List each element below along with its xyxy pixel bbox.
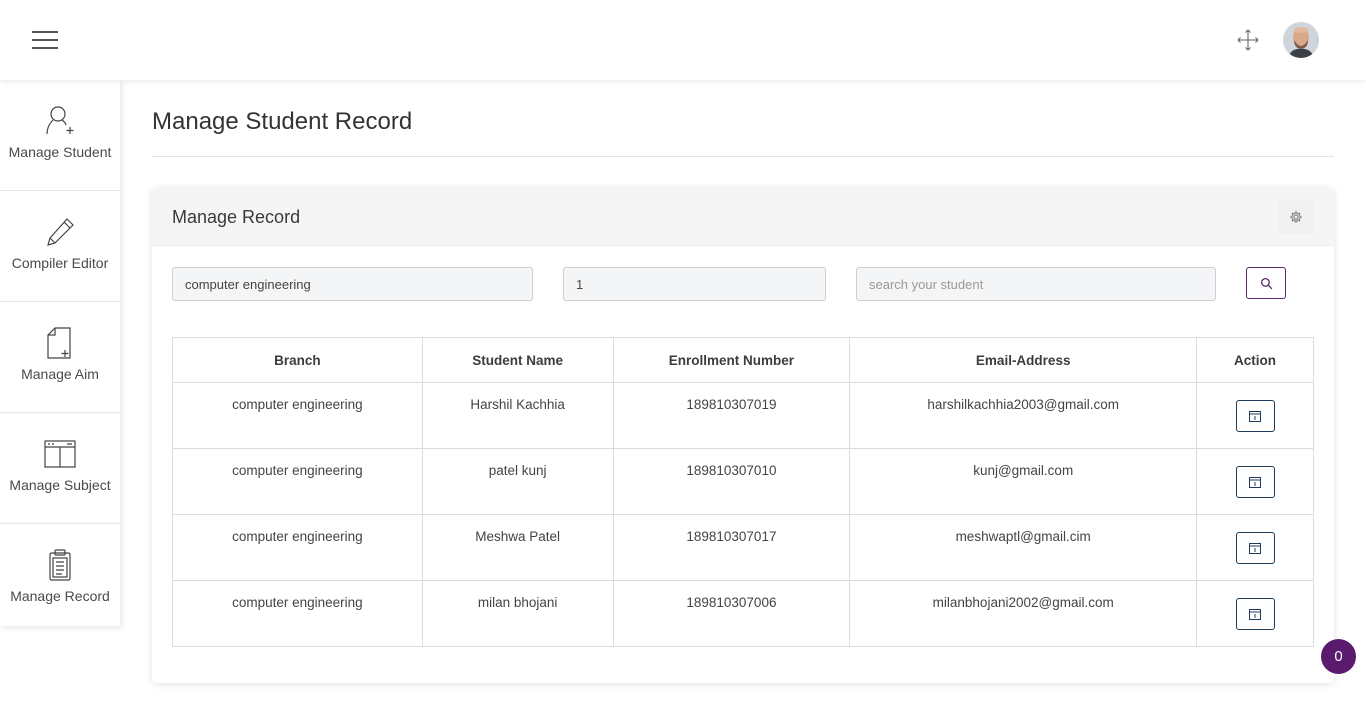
view-record-button[interactable] (1235, 466, 1275, 498)
cell-email: harshilkachhia2003@gmail.com (849, 382, 1198, 449)
search-icon (1260, 277, 1272, 289)
view-record-icon (1249, 608, 1262, 620)
sidebar-item-label: Manage Record (10, 588, 110, 604)
sidebar-item-manage-subject[interactable]: Manage Subject (0, 413, 120, 524)
table-row: computer engineering milan bhojani 18981… (172, 580, 1314, 647)
top-bar (0, 0, 1366, 80)
cell-student-name: Harshil Kachhia (421, 382, 614, 449)
manage-record-card: Manage Record Branch Student Name Enroll… (152, 188, 1334, 683)
view-record-icon (1249, 542, 1262, 554)
cell-student-name: patel kunj (421, 448, 614, 515)
file-add-icon (47, 327, 71, 359)
cell-email: kunj@gmail.com (849, 448, 1198, 515)
cell-student-name: Meshwa Patel (421, 514, 614, 581)
branch-field[interactable] (172, 267, 533, 301)
table-header-row: Branch Student Name Enrollment Number Em… (172, 337, 1314, 383)
cell-enrollment-number: 189810307017 (612, 514, 851, 581)
column-header-enrollment-number: Enrollment Number (612, 337, 851, 383)
user-add-icon (46, 106, 74, 135)
table-row: computer engineering Meshwa Patel 189810… (172, 514, 1314, 581)
page-title: Manage Student Record (152, 108, 413, 135)
view-record-button[interactable] (1235, 532, 1275, 564)
sidebar-item-manage-aim[interactable]: Manage Aim (0, 302, 120, 413)
card-title: Manage Record (172, 207, 301, 227)
divider (152, 156, 1334, 157)
cell-branch: computer engineering (172, 448, 423, 515)
cell-email: meshwaptl@gmail.cim (849, 514, 1198, 581)
cell-branch: computer engineering (172, 382, 423, 449)
sidebar-item-label: Manage Subject (9, 477, 111, 493)
cell-enrollment-number: 189810307010 (612, 448, 851, 515)
semester-field[interactable] (563, 267, 826, 301)
column-header-email-address: Email-Address (849, 337, 1198, 383)
cell-action (1196, 580, 1314, 647)
card-header: Manage Record (152, 188, 1334, 246)
table-row: computer engineering Harshil Kachhia 189… (172, 382, 1314, 449)
sidebar-item-compiler-editor[interactable]: Compiler Editor (0, 191, 120, 302)
cell-action (1196, 448, 1314, 515)
sidebar-item-manage-record[interactable]: Manage Record (0, 524, 120, 626)
sidebar-item-label: Manage Student (8, 144, 112, 160)
view-record-icon (1249, 410, 1262, 422)
cell-action (1196, 382, 1314, 449)
records-table: Branch Student Name Enrollment Number Em… (172, 337, 1314, 647)
cell-student-name: milan bhojani (421, 580, 614, 647)
sidebar-item-manage-student[interactable]: Manage Student (0, 80, 120, 191)
sidebar-item-label: Compiler Editor (11, 255, 109, 271)
hamburger-icon[interactable] (32, 31, 58, 49)
cell-enrollment-number: 189810307006 (612, 580, 851, 647)
cell-email: milanbhojani2002@gmail.com (849, 580, 1198, 647)
notification-badge[interactable]: 0 (1321, 639, 1356, 674)
fullscreen-arrows-icon[interactable] (1236, 28, 1260, 52)
cell-action (1196, 514, 1314, 581)
settings-button[interactable] (1278, 200, 1314, 234)
cell-branch: computer engineering (172, 580, 423, 647)
column-header-student-name: Student Name (421, 337, 614, 383)
pencil-icon (47, 218, 74, 246)
view-record-button[interactable] (1235, 598, 1275, 630)
column-header-action: Action (1196, 337, 1314, 383)
table-row: computer engineering patel kunj 18981030… (172, 448, 1314, 515)
gear-icon (1290, 211, 1302, 223)
sidebar-item-label: Manage Aim (21, 366, 99, 382)
search-input[interactable] (856, 267, 1216, 301)
cell-enrollment-number: 189810307019 (612, 382, 851, 449)
cell-branch: computer engineering (172, 514, 423, 581)
window-layout-icon (44, 440, 76, 468)
sidebar: Manage Student Compiler Editor Manage Ai… (0, 80, 120, 626)
view-record-icon (1249, 476, 1262, 488)
clipboard-icon (49, 549, 71, 581)
column-header-branch: Branch (172, 337, 423, 383)
user-avatar[interactable] (1283, 22, 1319, 58)
search-button[interactable] (1246, 267, 1286, 299)
view-record-button[interactable] (1235, 400, 1275, 432)
